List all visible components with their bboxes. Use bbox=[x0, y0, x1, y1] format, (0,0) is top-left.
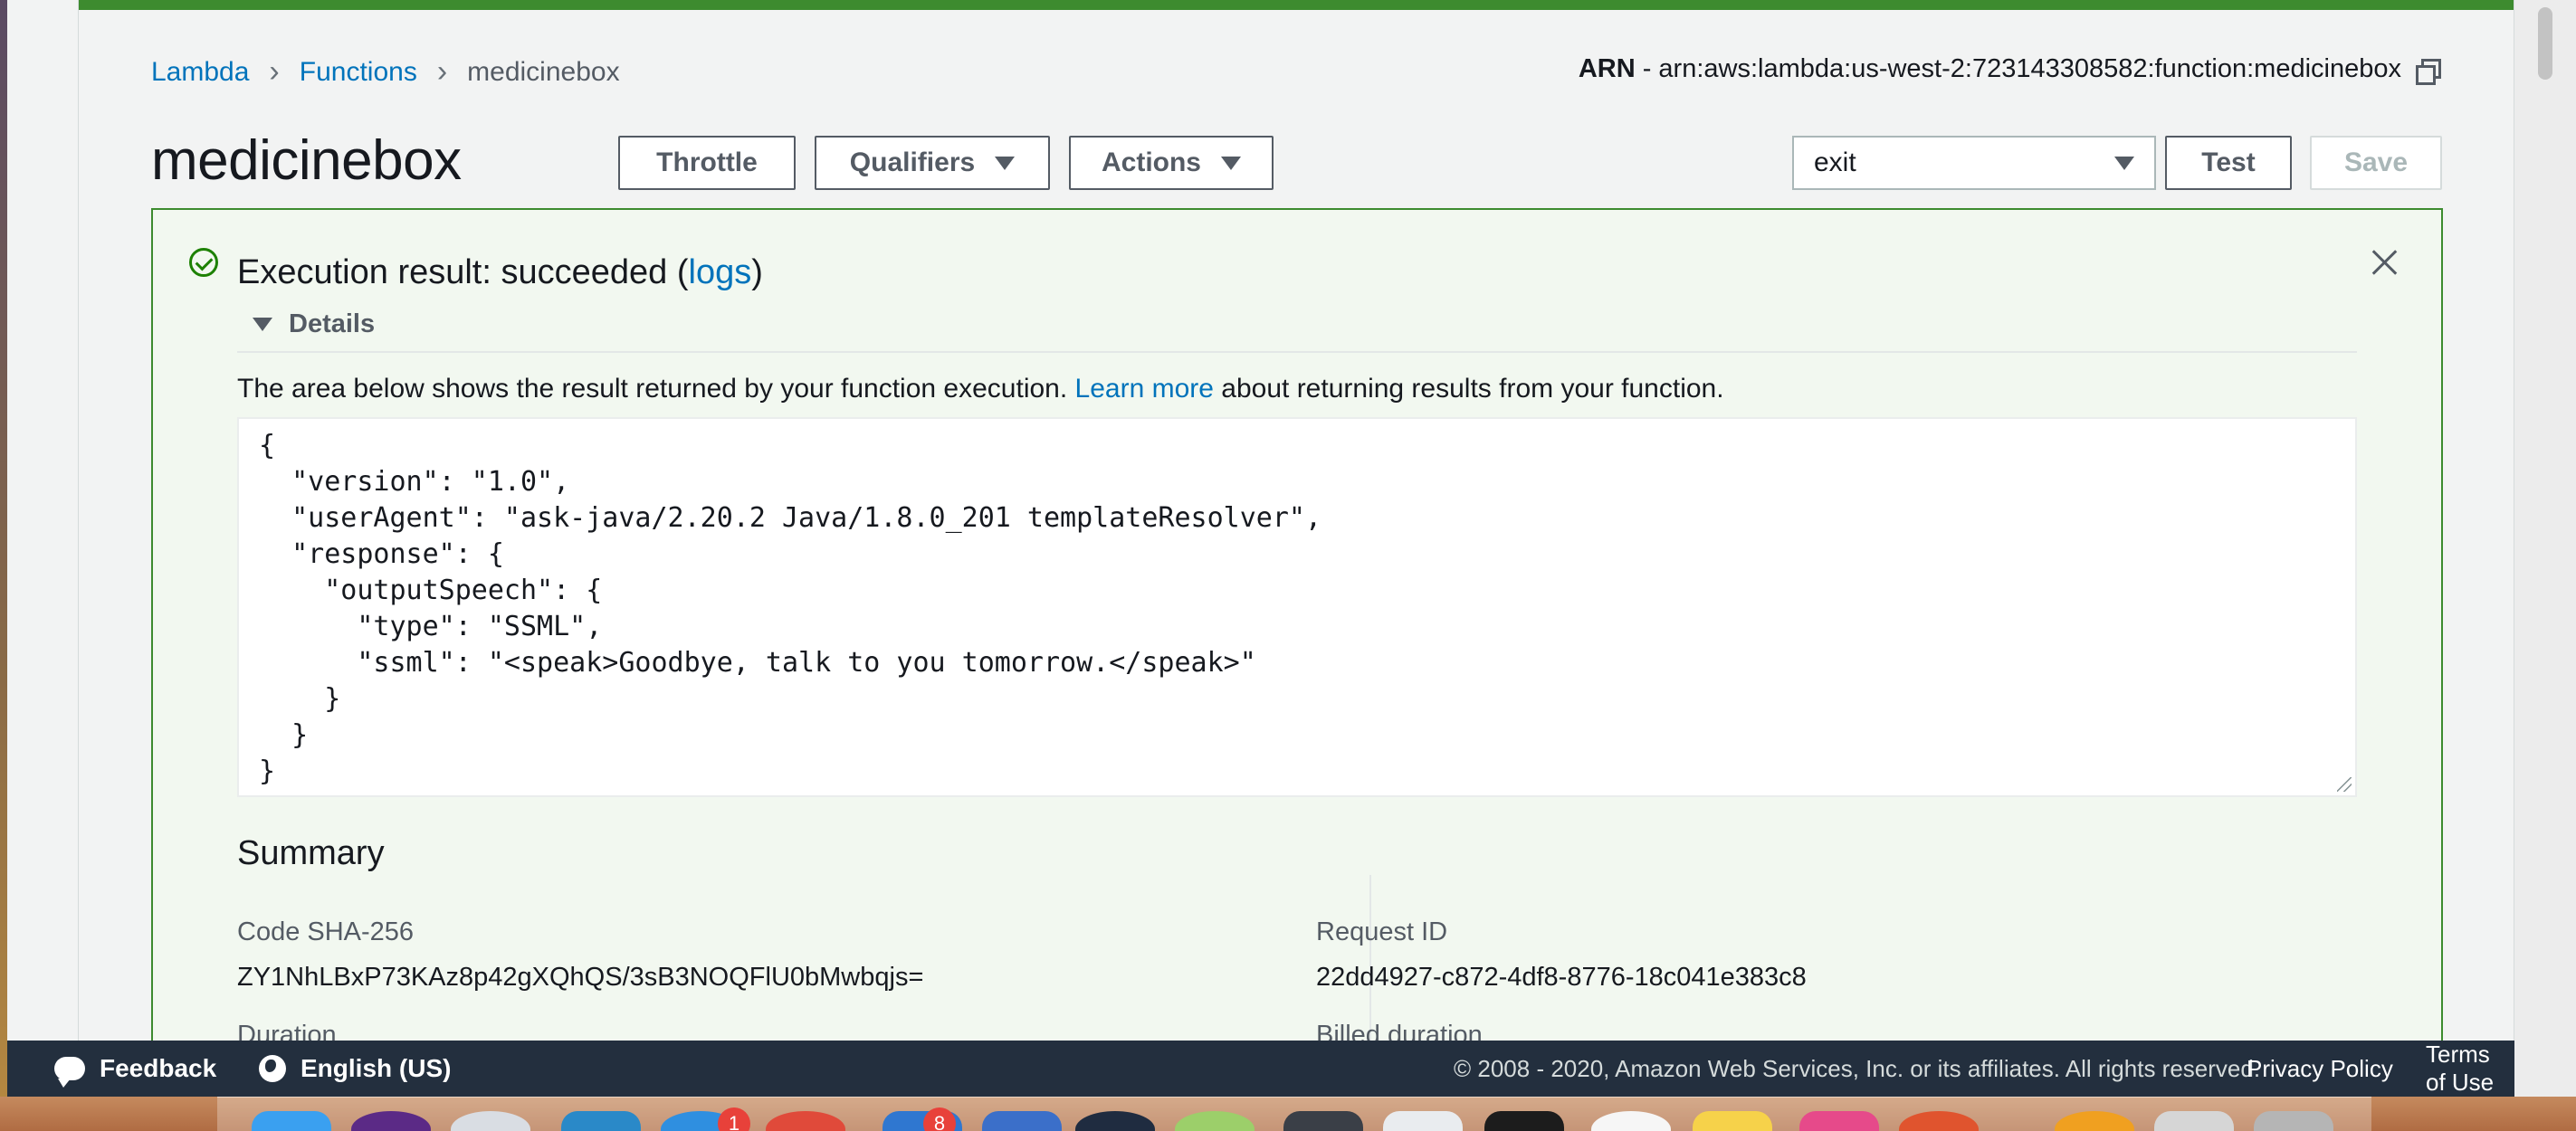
slack-app-icon[interactable] bbox=[1799, 1111, 1879, 1131]
result-description: The area below shows the result returned… bbox=[237, 374, 1724, 404]
qualifiers-dropdown-label: Qualifiers bbox=[849, 147, 976, 177]
copy-icon[interactable] bbox=[2416, 58, 2441, 85]
test-button[interactable]: Test bbox=[2165, 136, 2292, 190]
globe-icon bbox=[259, 1055, 286, 1082]
desc-before: The area below shows the result returned… bbox=[237, 374, 1075, 404]
scrollbar-thumb[interactable] bbox=[2538, 7, 2552, 80]
page-title: medicinebox bbox=[151, 129, 462, 192]
breadcrumb-chevron-icon: › bbox=[436, 54, 448, 89]
logs-link[interactable]: logs bbox=[689, 253, 752, 291]
details-toggle[interactable]: Details bbox=[253, 309, 375, 339]
feedback-button[interactable]: Feedback bbox=[54, 1054, 217, 1088]
copyright-text: © 2008 - 2020, Amazon Web Services, Inc.… bbox=[1454, 1054, 2261, 1082]
result-title-prefix: Execution result: succeeded ( bbox=[237, 253, 689, 291]
close-icon[interactable] bbox=[2367, 244, 2403, 280]
notes-app-icon[interactable] bbox=[1693, 1111, 1772, 1131]
console-footer: Feedback English (US) © 2008 - 2020, Ama… bbox=[7, 1041, 2514, 1097]
execution-output-textarea[interactable]: { "version": "1.0", "userAgent": "ask-ja… bbox=[237, 417, 2357, 797]
privacy-policy-link[interactable]: Privacy Policy bbox=[2247, 1055, 2393, 1083]
function-arn: ARN - arn:aws:lambda:us-west-2:723143308… bbox=[1578, 54, 2441, 85]
terminal-app-icon[interactable] bbox=[1283, 1111, 1363, 1131]
system-preferences-app-icon[interactable] bbox=[2254, 1111, 2333, 1131]
throttle-button-label: Throttle bbox=[656, 147, 758, 177]
request-id-label: Request ID bbox=[1316, 917, 1448, 946]
breadcrumb-current: medicinebox bbox=[467, 56, 620, 87]
arn-value: - arn:aws:lambda:us-west-2:723143308582:… bbox=[1642, 54, 2401, 83]
triangle-down-icon bbox=[253, 318, 272, 331]
actions-dropdown-label: Actions bbox=[1101, 147, 1201, 177]
desc-after: about returning results from your functi… bbox=[1213, 374, 1724, 404]
execution-result-title: Execution result: succeeded (logs) bbox=[237, 253, 763, 292]
caret-down-icon bbox=[1221, 156, 1241, 170]
throttle-button[interactable]: Throttle bbox=[618, 136, 796, 190]
summary-heading: Summary bbox=[237, 834, 385, 872]
language-selector[interactable]: English (US) bbox=[259, 1054, 451, 1083]
breadcrumb-lambda[interactable]: Lambda bbox=[151, 57, 249, 88]
terms-of-use-link[interactable]: Terms of Use bbox=[2426, 1041, 2514, 1097]
xcode-app-icon[interactable] bbox=[561, 1111, 641, 1131]
arn-label: ARN bbox=[1578, 54, 1636, 83]
actions-dropdown[interactable]: Actions bbox=[1069, 136, 1274, 190]
code-sha-label: Code SHA-256 bbox=[237, 917, 415, 946]
save-button-label: Save bbox=[2343, 147, 2409, 177]
test-button-label: Test bbox=[2201, 147, 2256, 177]
language-label: English (US) bbox=[301, 1054, 452, 1082]
screenshot-app-icon[interactable] bbox=[2154, 1111, 2234, 1131]
code-sha-value: ZY1NhLBxP73KAz8p42gXQhQS/3sB3NOQFlU0bMwb… bbox=[237, 963, 924, 992]
console-app-icon[interactable] bbox=[1484, 1111, 1564, 1131]
breadcrumb-functions[interactable]: Functions bbox=[300, 57, 417, 88]
breadcrumb-chevron-icon: › bbox=[269, 54, 280, 89]
request-id-value: 22dd4927-c872-4df8-8776-18c041e383c8 bbox=[1316, 963, 1807, 992]
success-check-icon bbox=[189, 248, 218, 277]
test-event-select[interactable]: exit bbox=[1792, 136, 2156, 190]
feedback-label: Feedback bbox=[100, 1054, 217, 1082]
caret-down-icon bbox=[2114, 156, 2134, 170]
breadcrumb: Lambda › Functions › medicinebox bbox=[151, 54, 620, 90]
execution-output-json: { "version": "1.0", "userAgent": "ask-ja… bbox=[259, 430, 1321, 787]
window-scroll-track bbox=[2514, 0, 2576, 1131]
preview-app-icon[interactable] bbox=[1383, 1111, 1463, 1131]
resize-grip-icon[interactable] bbox=[2337, 777, 2352, 792]
execution-result-panel: Execution result: succeeded (logs) Detai… bbox=[151, 208, 2443, 1110]
test-event-selected: exit bbox=[1814, 147, 1856, 177]
caret-down-icon bbox=[995, 156, 1016, 170]
chat-bubble-icon bbox=[54, 1057, 85, 1088]
details-label: Details bbox=[289, 309, 376, 338]
keynote-app-icon[interactable] bbox=[982, 1111, 1062, 1131]
status-top-bar bbox=[79, 0, 2514, 10]
learn-more-link[interactable]: Learn more bbox=[1075, 374, 1214, 404]
qualifiers-dropdown[interactable]: Qualifiers bbox=[815, 136, 1050, 190]
desktop-background-left bbox=[0, 0, 7, 1131]
save-button[interactable]: Save bbox=[2310, 136, 2442, 190]
divider bbox=[237, 351, 2357, 353]
result-title-suffix: ) bbox=[751, 253, 763, 291]
finder-app-icon[interactable] bbox=[252, 1111, 331, 1131]
lambda-console-page: Lambda › Functions › medicinebox ARN - a… bbox=[78, 0, 2514, 1110]
